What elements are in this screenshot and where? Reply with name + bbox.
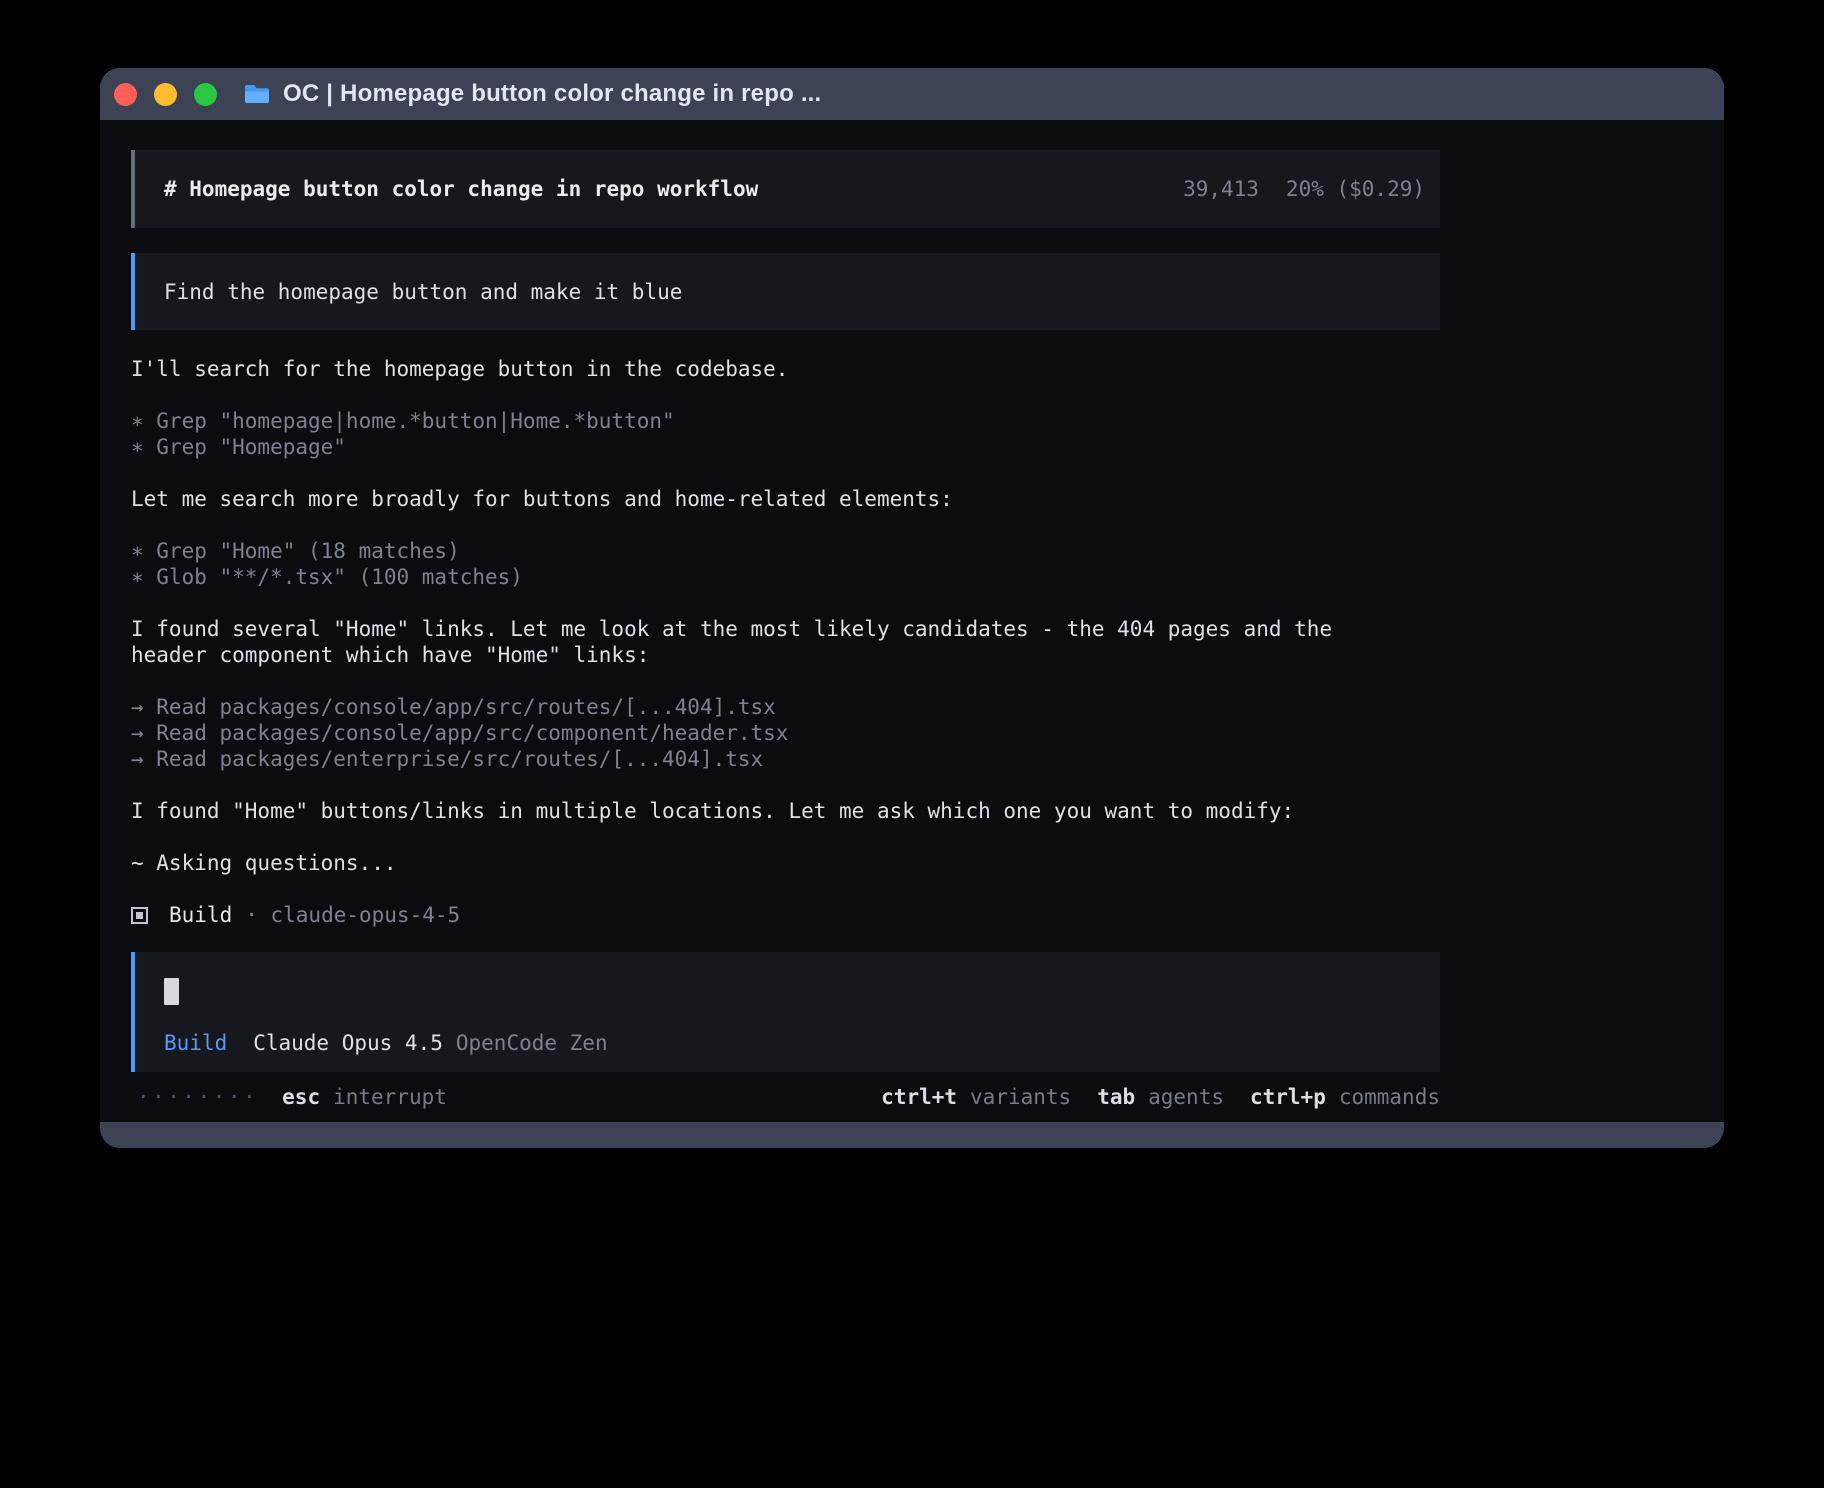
status-bar: ········ esc interrupt ctrl+t variants tab… (131, 1084, 1440, 1110)
tool-call-line: ∗ Grep "Home" (18 matches) (131, 538, 1440, 564)
agent-build-icon (131, 907, 148, 924)
titlebar[interactable]: OC | Homepage button color change in rep… (100, 68, 1724, 120)
tool-call-line: → Read packages/console/app/src/routes/[… (131, 694, 1440, 720)
assistant-text-block: I found "Home" buttons/links in multiple… (131, 798, 1440, 824)
tool-call-block: ∗ Grep "homepage|home.*button|Home.*butt… (131, 408, 1440, 460)
input-model-label: Claude Opus 4.5 (253, 1030, 443, 1056)
assistant-text-line: header component which have "Home" links… (131, 642, 1440, 668)
agent-name: Build (169, 902, 232, 928)
session-header: # Homepage button color change in repo w… (131, 150, 1440, 228)
shortcut-key: tab (1097, 1084, 1135, 1110)
input-mode-badge[interactable]: Build (164, 1030, 227, 1056)
shortcut-hint: ctrl+p commands (1250, 1084, 1440, 1110)
terminal-body: # Homepage button color change in repo w… (100, 120, 1724, 1122)
tool-call-block: ∗ Grep "Home" (18 matches)∗ Glob "**/*.t… (131, 538, 1440, 590)
assistant-text-block: I found several "Home" links. Let me loo… (131, 616, 1440, 668)
assistant-text-line: I found several "Home" links. Let me loo… (131, 616, 1440, 642)
prompt-input[interactable]: Build Claude Opus 4.5 OpenCode Zen (131, 952, 1440, 1072)
minimize-button[interactable] (154, 83, 177, 106)
assistant-text-block: ~ Asking questions... (131, 850, 1440, 876)
terminal-window: OC | Homepage button color change in rep… (100, 68, 1724, 1148)
context-usage: 20% ($0.29) (1286, 176, 1425, 202)
tool-call-line: ∗ Glob "**/*.tsx" (100 matches) (131, 564, 1440, 590)
user-message-text: Find the homepage button and make it blu… (164, 279, 682, 305)
session-title: # Homepage button color change in repo w… (164, 176, 758, 202)
agent-status-line: Build · claude-opus-4-5 (131, 902, 1440, 928)
tool-call-line: → Read packages/enterprise/src/routes/[.… (131, 746, 1440, 772)
tool-call-line: ∗ Grep "Homepage" (131, 434, 1440, 460)
folder-icon (243, 82, 271, 106)
interrupt-key: esc (282, 1084, 320, 1110)
assistant-text-line: I found "Home" buttons/links in multiple… (131, 798, 1440, 824)
tool-call-line: → Read packages/console/app/src/componen… (131, 720, 1440, 746)
assistant-text-line: Let me search more broadly for buttons a… (131, 486, 1440, 512)
statusbar-shortcuts: ctrl+t variants tab agents ctrl+p commands (881, 1084, 1440, 1110)
shortcut-hint: ctrl+t variants (881, 1084, 1071, 1110)
zoom-button[interactable] (194, 83, 217, 106)
shortcut-key: ctrl+t (881, 1084, 957, 1110)
statusbar-left: ········ esc interrupt (131, 1084, 447, 1110)
user-message: Find the homepage button and make it blu… (131, 253, 1440, 330)
input-meta: Build Claude Opus 4.5 OpenCode Zen (164, 1030, 1440, 1056)
shortcut-label: variants (970, 1084, 1071, 1110)
assistant-text-line: ~ Asking questions... (131, 850, 1440, 876)
tool-call-line: ∗ Grep "homepage|home.*button|Home.*butt… (131, 408, 1440, 434)
text-cursor (164, 978, 179, 1005)
conversation: I'll search for the homepage button in t… (131, 356, 1440, 876)
input-provider-label: OpenCode Zen (456, 1030, 608, 1056)
agent-model: · claude-opus-4-5 (245, 902, 460, 928)
window-title: OC | Homepage button color change in rep… (283, 80, 821, 108)
assistant-text-block: I'll search for the homepage button in t… (131, 356, 1440, 382)
assistant-text-block: Let me search more broadly for buttons a… (131, 486, 1440, 512)
shortcut-key: ctrl+p (1250, 1084, 1326, 1110)
tool-call-block: → Read packages/console/app/src/routes/[… (131, 694, 1440, 772)
shortcut-label: agents (1148, 1084, 1224, 1110)
assistant-text-line: I'll search for the homepage button in t… (131, 356, 1440, 382)
shortcut-hint: tab agents (1097, 1084, 1224, 1110)
terminal-content: # Homepage button color change in repo w… (131, 150, 1440, 1110)
shortcut-label: commands (1339, 1084, 1440, 1110)
session-stats: 39,413 20% ($0.29) (1183, 176, 1425, 202)
close-button[interactable] (114, 83, 137, 106)
progress-dots: ········ (137, 1084, 258, 1110)
window-controls (114, 83, 217, 106)
token-count: 39,413 (1183, 176, 1259, 202)
interrupt-label: interrupt (333, 1084, 447, 1110)
